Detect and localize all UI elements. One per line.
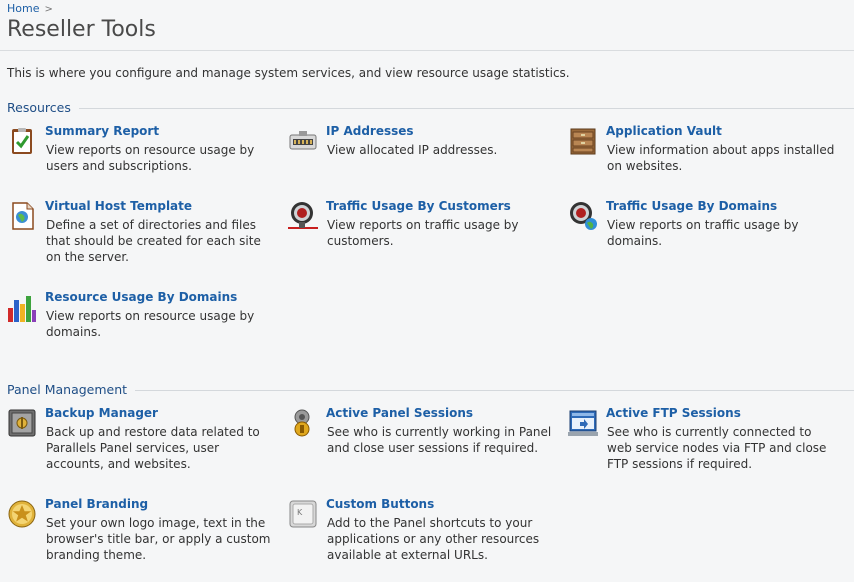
resource-usage-description: View reports on resource usage by domain… (46, 309, 255, 339)
page-intro: This is where you configure and manage s… (7, 66, 570, 80)
title-divider (0, 50, 854, 51)
application-vault-link[interactable]: Application Vault (606, 124, 722, 138)
panel-branding-link[interactable]: Panel Branding (45, 497, 148, 511)
breadcrumb: Home > (7, 2, 53, 15)
application-vault-icon[interactable] (568, 126, 598, 156)
traffic-domains-link[interactable]: Traffic Usage By Domains (606, 199, 777, 213)
traffic-customers-description: View reports on traffic usage by custome… (327, 218, 519, 248)
backup-manager-link[interactable]: Backup Manager (45, 406, 158, 420)
section-divider (78, 107, 854, 109)
custom-buttons-link[interactable]: Custom Buttons (326, 497, 434, 511)
ftp-sessions-icon[interactable] (568, 408, 598, 438)
virtual-host-template-description: Define a set of directories and files th… (46, 218, 261, 264)
summary-report-description: View reports on resource usage by users … (46, 143, 255, 173)
svg-text:K: K (297, 508, 303, 517)
virtual-host-template-link[interactable]: Virtual Host Template (45, 199, 192, 213)
active-sessions-icon[interactable] (288, 408, 318, 438)
panel-branding-icon[interactable] (7, 499, 37, 529)
ip-addresses-icon[interactable] (288, 126, 318, 156)
ftp-sessions-description: See who is currently connected to web se… (607, 425, 827, 471)
section-divider (135, 389, 854, 391)
traffic-customers-link[interactable]: Traffic Usage By Customers (326, 199, 511, 213)
resource-usage-icon[interactable] (7, 292, 37, 322)
traffic-customers-icon[interactable] (288, 201, 318, 231)
ip-addresses-description: View allocated IP addresses. (327, 143, 498, 157)
virtual-host-template-icon[interactable] (7, 201, 37, 231)
panel-branding-description: Set your own logo image, text in the bro… (46, 516, 271, 562)
page-title: Reseller Tools (7, 17, 156, 42)
ftp-sessions-link[interactable]: Active FTP Sessions (606, 406, 741, 420)
ip-addresses-link[interactable]: IP Addresses (326, 124, 414, 138)
custom-buttons-icon[interactable]: K (288, 499, 318, 529)
resource-usage-link[interactable]: Resource Usage By Domains (45, 290, 237, 304)
section-label: Resources (7, 100, 71, 115)
active-sessions-description: See who is currently working in Panel an… (327, 425, 552, 455)
section-title-panel-management: Panel Management (7, 382, 854, 397)
backup-manager-icon[interactable] (7, 408, 37, 438)
summary-report-link[interactable]: Summary Report (45, 124, 159, 138)
breadcrumb-home-link[interactable]: Home (7, 2, 39, 15)
application-vault-description: View information about apps installed on… (607, 143, 835, 173)
breadcrumb-separator: > (44, 4, 53, 15)
section-title-resources: Resources (7, 100, 854, 115)
active-sessions-link[interactable]: Active Panel Sessions (326, 406, 473, 420)
summary-report-icon[interactable] (7, 126, 37, 156)
section-label: Panel Management (7, 382, 128, 397)
custom-buttons-description: Add to the Panel shortcuts to your appli… (327, 516, 540, 562)
traffic-domains-description: View reports on traffic usage by domains… (607, 218, 799, 248)
traffic-domains-icon[interactable] (568, 201, 598, 231)
backup-manager-description: Back up and restore data related to Para… (46, 425, 260, 471)
